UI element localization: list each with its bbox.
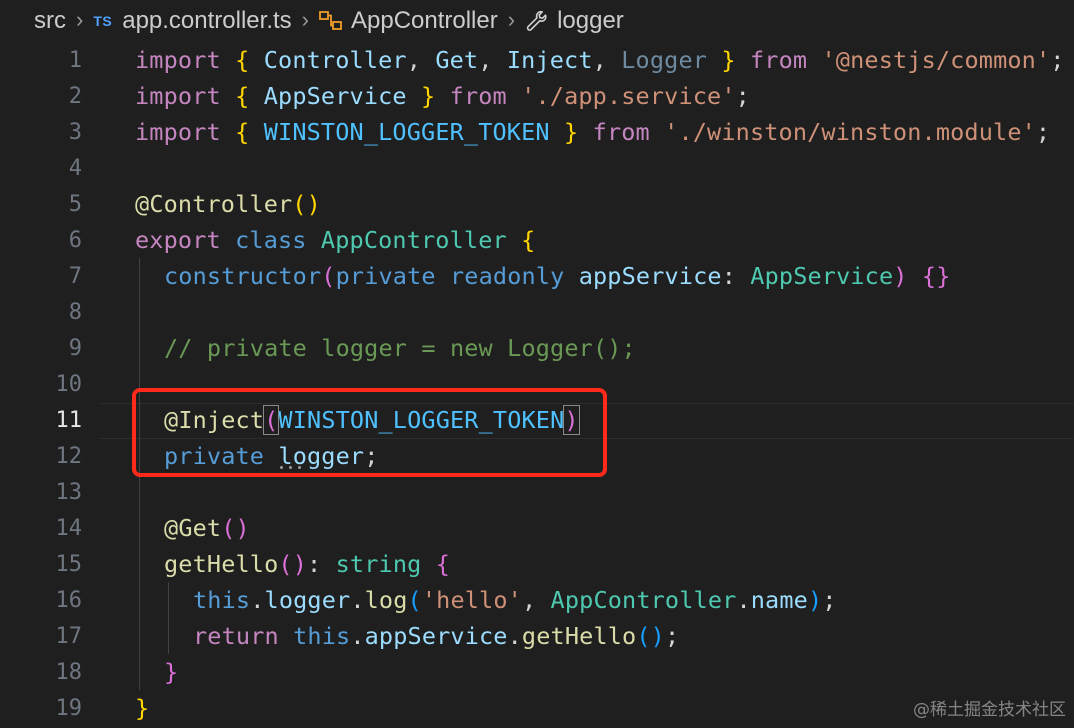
breadcrumb-folder-label: src [34,7,66,34]
line-number: 15 [55,551,83,577]
code-line: 2 import { AppService } from './app.serv… [0,78,1074,114]
code-text: } [164,658,179,686]
code-line: 5 @Controller() [0,186,1074,222]
code-text: @Get() [164,514,250,542]
code-text: export class AppController { [135,226,536,254]
breadcrumb-member-label: logger [557,7,624,34]
code-text: import { WINSTON_LOGGER_TOKEN } from './… [135,118,1051,146]
breadcrumb-class-label: AppController [350,7,498,34]
code-text: } [135,694,150,722]
line-number: 14 [55,515,83,541]
code-line: 7 constructor(private readonly appServic… [0,258,1074,294]
hint-dots-icon[interactable] [280,466,301,469]
chevron-right-icon: › [507,7,516,32]
code-line: 14 @Get() [0,510,1074,546]
code-line: 1 import { Controller, Get, Inject, Logg… [0,42,1074,78]
chevron-right-icon: › [301,7,309,32]
code-editor[interactable]: 1 import { Controller, Get, Inject, Logg… [0,42,1074,728]
code-line: 16 this.logger.log('hello', AppControlle… [0,582,1074,618]
line-number: 1 [68,47,82,73]
code-line: 4 [0,150,1074,186]
line-number: 6 [68,227,82,253]
code-line: 6 export class AppController { [0,222,1074,258]
line-number: 7 [68,263,82,289]
code-text: @Controller() [135,190,321,218]
line-number: 16 [55,587,83,613]
line-number: 13 [55,479,83,505]
code-text: constructor(private readonly appService:… [164,262,951,290]
line-number: 12 [55,443,83,469]
line-number: 2 [68,83,82,109]
chevron-right-icon: › [76,7,84,32]
watermark: @稀土掘金技术社区 [913,700,1066,720]
line-number: 4 [68,155,82,181]
code-line: 8 [0,294,1074,330]
code-text: import { Controller, Get, Inject, Logger… [135,46,1065,74]
line-number: 17 [55,623,83,649]
wrench-icon [525,9,549,33]
code-line: 17 return this.appService.getHello(); [0,618,1074,654]
code-text: import { AppService } from './app.servic… [135,82,750,110]
typescript-file-icon: TS [93,13,113,29]
code-line: 13 [0,474,1074,510]
breadcrumb-file[interactable]: TS app.controller.ts [93,7,291,35]
line-number: 5 [68,191,82,217]
breadcrumb-folder[interactable]: src [34,7,66,35]
line-number: 18 [55,659,83,685]
breadcrumb-file-label: app.controller.ts [122,7,292,34]
line-number: 3 [68,119,82,145]
code-text: getHello(): string { [164,550,451,578]
line-number: 19 [55,695,83,721]
class-symbol-icon [319,10,343,32]
code-text: return this.appService.getHello(); [193,622,680,650]
line-number: 10 [55,371,83,397]
code-text: this.logger.log('hello', AppController.n… [193,586,837,614]
breadcrumb: src › TS app.controller.ts › AppControll… [0,0,1074,42]
line-number: 9 [68,335,82,361]
breadcrumb-member[interactable]: logger [525,7,624,35]
breadcrumb-class[interactable]: AppController [319,7,498,35]
code-line: 3 import { WINSTON_LOGGER_TOKEN } from '… [0,114,1074,150]
code-line: 18 } [0,654,1074,690]
code-line: 9 // private logger = new Logger(); [0,330,1074,366]
code-line: 15 getHello(): string { [0,546,1074,582]
line-number: 8 [68,299,82,325]
line-number-active: 11 [55,407,83,433]
code-comment: // private logger = new Logger(); [164,334,636,362]
annotation-highlight-box [132,388,607,477]
